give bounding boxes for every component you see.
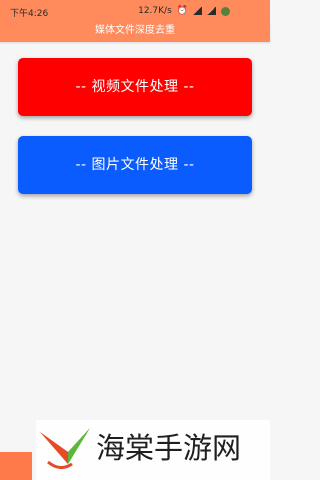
watermark-text: 海棠手游网 bbox=[96, 431, 242, 465]
status-icons: 12.7K/s ⏰ bbox=[138, 6, 230, 16]
video-process-label: -- 视频文件处理 -- bbox=[75, 79, 195, 95]
bottom-tab[interactable] bbox=[0, 452, 32, 480]
status-time: 下午4:26 bbox=[10, 9, 49, 19]
video-process-button[interactable]: -- 视频文件处理 -- bbox=[18, 58, 252, 116]
page-title: 媒体文件深度去重 bbox=[95, 25, 175, 36]
status-bar: 下午4:26 12.7K/s ⏰ bbox=[0, 0, 270, 22]
network-speed: 12.7K/s bbox=[138, 6, 172, 16]
image-process-label: -- 图片文件处理 -- bbox=[75, 157, 195, 173]
image-process-button[interactable]: -- 图片文件处理 -- bbox=[18, 136, 252, 194]
signal-icon bbox=[207, 7, 216, 15]
watermark: 海棠手游网 bbox=[36, 420, 270, 480]
alarm-icon: ⏰ bbox=[176, 5, 188, 16]
wifi-icon bbox=[193, 7, 202, 15]
leaf-logo-icon bbox=[40, 428, 90, 469]
app-bar: 媒体文件深度去重 bbox=[0, 22, 270, 42]
battery-icon bbox=[221, 6, 230, 16]
